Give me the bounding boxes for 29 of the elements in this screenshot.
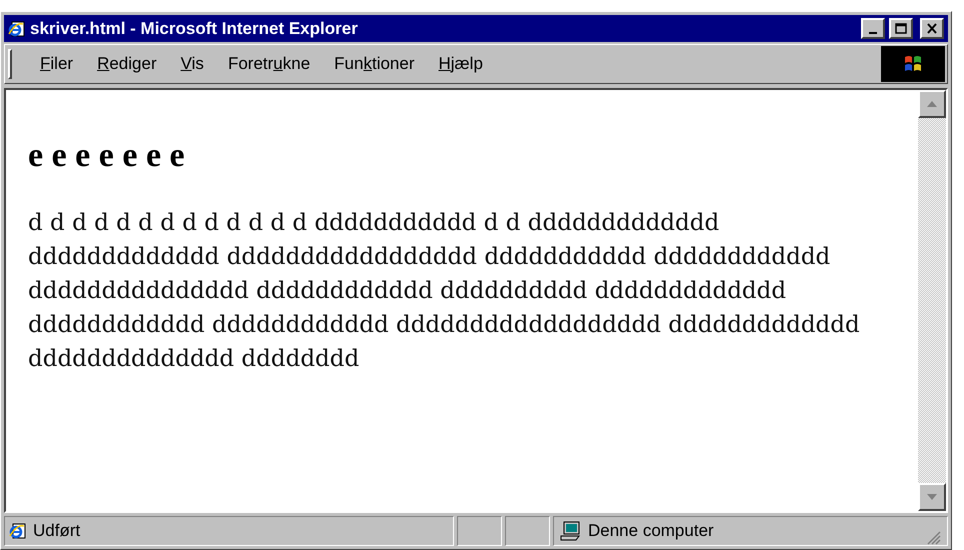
up-arrow-icon [927,101,937,107]
minimize-button[interactable] [861,18,885,39]
zone-text: Denne computer [588,520,715,542]
menu-item[interactable]: Filer [30,51,84,77]
window-title: skriver.html - Microsoft Internet Explorer [30,18,359,40]
page-icon [9,522,27,540]
maximize-icon [895,23,907,34]
menu-item[interactable]: Vis [170,51,214,77]
resize-grip-icon[interactable] [925,529,941,545]
computer-icon [560,521,582,541]
vertical-scrollbar[interactable] [918,90,946,511]
page-paragraph: d d d d d d d d d d d d d ddddddddddd d d ddddddddddddd ddddddddddddd ddddddddddddddddd ddddddddddd dddddddddddd ddddddddddddddd dddddddddddd dddddddddd ddddddddddddd dddddddddddd dddddddddddd dddddddddddddddddd ddddddddddddd dddddddddddddd dddddddd [28,209,861,374]
close-icon [926,23,938,34]
menu-item[interactable]: Hjælp [428,51,493,77]
status-pane [457,516,502,546]
scroll-up-button[interactable] [918,90,946,118]
browser-icon [8,20,26,38]
page-heading: e e e e e e e [28,136,186,176]
menu-item[interactable]: Funktioner [324,51,424,77]
menu-item[interactable]: Rediger [87,51,167,77]
scroll-down-button[interactable] [918,483,946,511]
minimize-icon [869,32,877,34]
down-arrow-icon [927,494,937,500]
windows-logo-icon [902,54,924,74]
status-text: Udført [33,520,80,542]
status-pane [505,516,550,546]
close-button[interactable] [920,18,944,39]
maximize-button[interactable] [889,18,913,39]
menu-item[interactable]: Foretrukne [218,51,320,77]
